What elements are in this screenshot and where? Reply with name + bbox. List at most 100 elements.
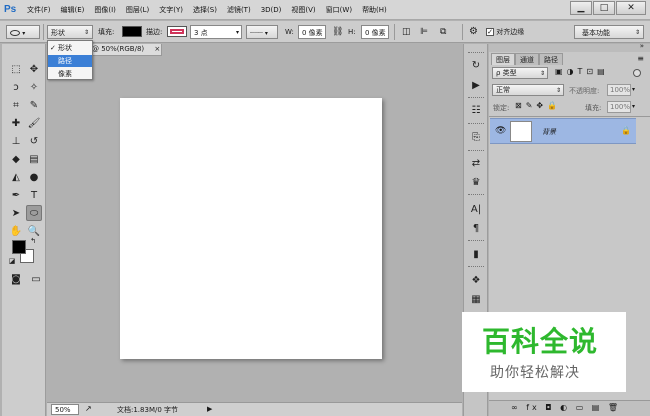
layer-actions-icons[interactable]: ∞ fx ◘ ◐ ▭ ▤ 🗑 (511, 403, 621, 412)
menu-select[interactable]: 选择(S) (188, 5, 222, 15)
canvas[interactable] (120, 98, 382, 359)
hand-tool-icon[interactable]: ✋ (8, 224, 24, 240)
ellipse-tool-icon[interactable]: ⬭ (26, 205, 42, 221)
dropdown-item-shape[interactable]: ✓ 形状 (48, 42, 92, 54)
dropdown-item-pixels[interactable]: 像素 (48, 68, 92, 80)
eye-icon[interactable]: 👁 (495, 126, 506, 136)
menu-view[interactable]: 视图(V) (286, 5, 320, 15)
options-bar: ▾ 形状 ⇕ 填充: 描边: 3 点 ▾ ┈┈┈ ▾ W: 0 像素 ⛓ H: … (0, 21, 650, 43)
watermark: 百科全说 助你轻松解决 (462, 312, 626, 392)
default-colors-icon[interactable]: ◪ (7, 256, 17, 266)
blur-tool-icon[interactable]: ◭ (8, 170, 24, 186)
chevron-updown-icon: ⇕ (83, 29, 89, 36)
stroke-color-swatch[interactable] (167, 26, 187, 37)
close-button[interactable]: ✕ (616, 1, 646, 15)
menu-layer[interactable]: 图层(L) (121, 5, 154, 15)
healing-brush-tool-icon[interactable]: ✚ (8, 116, 24, 132)
maximize-button[interactable]: □ (593, 1, 615, 15)
mode-select[interactable]: 形状 ⇕ (47, 25, 93, 39)
opacity-label: 不透明度: (569, 87, 600, 95)
fill-color-swatch[interactable] (122, 26, 142, 37)
clone-stamp-tool-icon[interactable]: ⊥ (8, 134, 24, 150)
zoom-field[interactable]: 50% (51, 404, 79, 415)
align-edges-checkbox[interactable]: ✓ 对齐边缘 (486, 25, 524, 39)
chevron-down-icon: ▾ (264, 30, 268, 37)
menu-3d[interactable]: 3D(D) (256, 6, 287, 14)
tab-paths[interactable]: 路径 (539, 53, 563, 65)
pen-tool-icon[interactable]: ✒ (8, 188, 24, 204)
export-icon[interactable]: ↗ (85, 404, 92, 413)
mode-dropdown-menu: ✓ 形状 路径 像素 (47, 40, 93, 80)
history-panel-icon[interactable]: ↻ (468, 58, 484, 73)
layer-kind-filter[interactable]: ρ 类型 ⇕ (492, 67, 548, 79)
layer-name: 背景 (542, 128, 556, 136)
adjust-panel-icon[interactable]: ⇄ (468, 156, 484, 171)
eraser-tool-icon[interactable]: ◆ (8, 152, 24, 168)
swap-colors-icon[interactable]: ↰ (28, 236, 38, 246)
screen-mode-icon[interactable]: ▭ (28, 272, 44, 288)
gradient-tool-icon[interactable]: ▤ (26, 152, 42, 168)
gear-icon[interactable]: ⚙ (469, 25, 478, 39)
type-tool-icon[interactable]: T (26, 188, 42, 204)
3d-panel-icon[interactable]: ❖ (468, 273, 484, 288)
move-tool-icon[interactable]: ✥ (26, 62, 42, 78)
filter-icons[interactable]: ▣◑T⊡▤ (555, 67, 609, 76)
collapse-icon[interactable]: » (640, 42, 644, 50)
foreground-color-swatch[interactable] (12, 240, 26, 254)
link-icon[interactable]: ⛓ (332, 25, 343, 39)
tab-layers[interactable]: 图层 (491, 53, 515, 65)
height-field[interactable]: 0 像素 (361, 25, 389, 39)
path-alignment-icon[interactable]: ⊫ (420, 25, 428, 39)
layer-row-background[interactable]: 👁 背景 🔒 (490, 118, 636, 144)
paragraph-panel-icon[interactable]: ¶ (468, 221, 484, 236)
fill-field[interactable]: 100% (607, 101, 631, 113)
menu-type[interactable]: 文字(Y) (154, 5, 188, 15)
mode-value: 形状 (51, 29, 65, 37)
stroke-type-select[interactable]: ┈┈┈ ▾ (246, 25, 278, 39)
lock-icons[interactable]: ⊠✎✥🔒 (515, 101, 561, 110)
menu-help[interactable]: 帮助(H) (357, 5, 392, 15)
chevron-down-icon[interactable]: ▾ (632, 103, 635, 110)
properties-panel-icon[interactable]: ☷ (468, 103, 484, 118)
path-selection-tool-icon[interactable]: ➤ (8, 206, 24, 222)
workspace-value: 基本功能 (582, 29, 610, 37)
character-panel-icon[interactable]: A| (468, 202, 484, 217)
chevron-down-icon: ▾ (22, 30, 26, 37)
magic-wand-tool-icon[interactable]: ✧ (26, 80, 42, 96)
menu-edit[interactable]: 编辑(E) (56, 5, 90, 15)
stroke-width-field[interactable]: 3 点 ▾ (190, 25, 242, 39)
menu-file[interactable]: 文件(F) (22, 5, 56, 15)
chevron-right-icon[interactable]: ▶ (207, 405, 212, 413)
grid-panel-icon[interactable]: ▦ (468, 292, 484, 307)
lasso-tool-icon[interactable]: ↄ (8, 80, 24, 96)
minimize-button[interactable]: ▁ (570, 1, 592, 15)
chevron-updown-icon: ⇕ (634, 29, 640, 36)
filter-toggle-icon[interactable] (633, 69, 641, 77)
eyedropper-tool-icon[interactable]: ✎ (26, 98, 42, 114)
tool-preset-picker[interactable]: ▾ (6, 25, 40, 39)
menu-window[interactable]: 窗口(W) (321, 5, 357, 15)
crop-tool-icon[interactable]: ⌗ (8, 98, 24, 114)
dodge-tool-icon[interactable]: ● (26, 170, 42, 186)
blend-mode-select[interactable]: 正常 ⇕ (492, 84, 564, 96)
workspace-select[interactable]: 基本功能 ⇕ (574, 25, 644, 39)
notes-panel-icon[interactable]: ▮ (468, 247, 484, 262)
path-arrangement-icon[interactable]: ⧉ (440, 25, 446, 39)
rectangular-marquee-tool-icon[interactable]: ⬚ (8, 62, 24, 78)
dropdown-item-path[interactable]: 路径 (48, 55, 92, 67)
opacity-field[interactable]: 100% (607, 84, 631, 96)
menu-image[interactable]: 图像(I) (89, 5, 121, 15)
history-brush-tool-icon[interactable]: ↺ (26, 134, 42, 150)
width-field[interactable]: 0 像素 (298, 25, 326, 39)
panel-menu-icon[interactable]: ≡ (637, 54, 644, 63)
quick-mask-icon[interactable]: ◙ (8, 272, 24, 288)
menu-filter[interactable]: 滤镜(T) (222, 5, 256, 15)
brush-presets-panel-icon[interactable]: ♛ (468, 175, 484, 190)
clone-source-panel-icon[interactable]: ⎘ (468, 130, 484, 145)
brush-tool-icon[interactable]: 🖌 (26, 116, 42, 132)
path-operations-icon[interactable]: ◫ (402, 25, 411, 39)
tab-channels[interactable]: 通道 (515, 53, 539, 65)
actions-panel-icon[interactable]: ▶ (468, 78, 484, 93)
tab-close-icon[interactable]: × (154, 45, 160, 53)
chevron-down-icon[interactable]: ▾ (632, 86, 635, 93)
